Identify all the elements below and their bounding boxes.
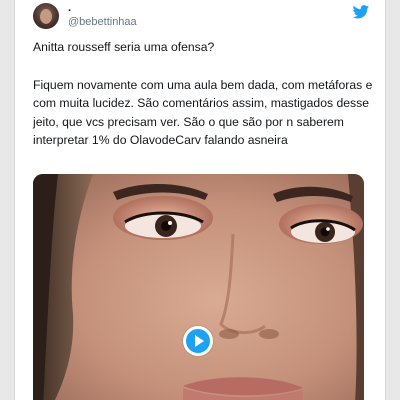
tweet-paragraph: Fiquem novamente com uma aula bem dada, … [33, 77, 373, 148]
tweet-text: Anitta rousseff seria uma ofensa? Fiquem… [33, 38, 383, 150]
play-icon [186, 329, 210, 353]
play-button[interactable] [183, 326, 213, 356]
author-display-name[interactable]: . [68, 2, 71, 14]
video-frame-image [33, 174, 364, 400]
avatar-face [40, 9, 52, 24]
tweet-card: . @bebettinhaa Anitta rousseff seria uma… [14, 0, 386, 400]
author-handle[interactable]: @bebettinhaa [68, 16, 137, 29]
video-thumbnail[interactable] [33, 174, 364, 400]
tweet-paragraph: Anitta rousseff seria uma ofensa? [33, 40, 215, 54]
twitter-bird-icon[interactable] [352, 5, 370, 19]
avatar[interactable] [33, 3, 59, 29]
